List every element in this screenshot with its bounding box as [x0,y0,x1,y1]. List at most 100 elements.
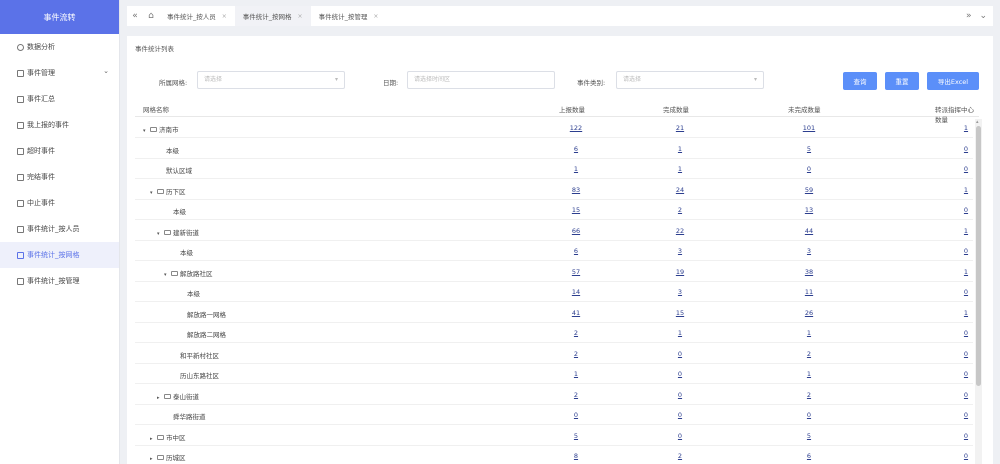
uncompleted-count-link[interactable]: 5 [799,145,819,153]
uncompleted-count-link[interactable]: 1 [799,370,819,378]
tab-0[interactable]: 事件统计_按人员 × [159,6,235,26]
reported-count-link[interactable]: 1 [566,370,586,378]
reported-count-link[interactable]: 66 [566,227,586,235]
sidebar-item-9[interactable]: 事件统计_按管理 [0,268,119,294]
transferred-count-link[interactable]: 1 [956,309,976,317]
transferred-count-link[interactable]: 0 [956,145,976,153]
sidebar-item-7[interactable]: 事件统计_按人员 [0,216,119,242]
uncompleted-count-link[interactable]: 3 [799,247,819,255]
scroll-up-arrow-icon[interactable]: ▴ [976,119,979,125]
sidebar-item-3[interactable]: 我上报的事件 [0,112,119,138]
completed-count-link[interactable]: 0 [670,432,690,440]
date-range-input[interactable]: 请选择时间区 [407,71,555,89]
uncompleted-count-link[interactable]: 101 [799,124,819,132]
tree-toggle-icon[interactable]: ▾ [143,128,149,134]
sidebar-item-0[interactable]: 数据分析 [0,34,119,60]
transferred-count-link[interactable]: 0 [956,329,976,337]
completed-count-link[interactable]: 1 [670,165,690,173]
transferred-count-link[interactable]: 1 [956,124,976,132]
reported-count-link[interactable]: 6 [566,145,586,153]
transferred-count-link[interactable]: 0 [956,411,976,419]
scrollbar-thumb[interactable] [976,126,981,386]
completed-count-link[interactable]: 19 [670,268,690,276]
transferred-count-link[interactable]: 0 [956,288,976,296]
completed-count-link[interactable]: 0 [670,391,690,399]
uncompleted-count-link[interactable]: 11 [799,288,819,296]
reported-count-link[interactable]: 83 [566,186,586,194]
uncompleted-count-link[interactable]: 0 [799,165,819,173]
completed-count-link[interactable]: 0 [670,370,690,378]
completed-count-link[interactable]: 2 [670,452,690,460]
uncompleted-count-link[interactable]: 13 [799,206,819,214]
sidebar-item-8[interactable]: 事件统计_按网格 [0,242,119,268]
tree-toggle-icon[interactable]: ▾ [164,272,170,278]
completed-count-link[interactable]: 2 [670,206,690,214]
grid-select[interactable]: 请选择 ▾ [197,71,345,89]
completed-count-link[interactable]: 24 [670,186,690,194]
tab-1[interactable]: 事件统计_按网格 × [234,6,311,26]
uncompleted-count-link[interactable]: 0 [799,411,819,419]
sidebar-item-5[interactable]: 完结事件 [0,164,119,190]
type-select[interactable]: 请选择 ▾ [616,71,764,89]
completed-count-link[interactable]: 3 [670,247,690,255]
transferred-count-link[interactable]: 0 [956,370,976,378]
uncompleted-count-link[interactable]: 1 [799,329,819,337]
uncompleted-count-link[interactable]: 26 [799,309,819,317]
transferred-count-link[interactable]: 0 [956,391,976,399]
reported-count-link[interactable]: 1 [566,165,586,173]
transferred-count-link[interactable]: 0 [956,206,976,214]
sidebar-item-6[interactable]: 中止事件 [0,190,119,216]
tab-menu-chevron-icon[interactable]: ⌄ [979,11,987,21]
uncompleted-count-link[interactable]: 2 [799,391,819,399]
reported-count-link[interactable]: 14 [566,288,586,296]
reported-count-link[interactable]: 6 [566,247,586,255]
completed-count-link[interactable]: 3 [670,288,690,296]
close-icon[interactable]: × [373,13,378,20]
scroll-tabs-left-icon[interactable]: « [127,11,143,21]
close-icon[interactable]: × [298,13,303,20]
completed-count-link[interactable]: 0 [670,350,690,358]
reported-count-link[interactable]: 2 [566,350,586,358]
tab-2[interactable]: 事件统计_按管理 × [311,6,387,26]
uncompleted-count-link[interactable]: 38 [799,268,819,276]
uncompleted-count-link[interactable]: 59 [799,186,819,194]
home-icon[interactable]: ⌂ [143,11,159,21]
uncompleted-count-link[interactable]: 44 [799,227,819,235]
reported-count-link[interactable]: 15 [566,206,586,214]
completed-count-link[interactable]: 21 [670,124,690,132]
reported-count-link[interactable]: 41 [566,309,586,317]
sidebar-item-4[interactable]: 超时事件 [0,138,119,164]
transferred-count-link[interactable]: 0 [956,432,976,440]
tree-toggle-icon[interactable]: ▾ [157,231,163,237]
transferred-count-link[interactable]: 1 [956,268,976,276]
reported-count-link[interactable]: 57 [566,268,586,276]
scroll-tabs-right-icon[interactable]: » [966,11,972,21]
completed-count-link[interactable]: 1 [670,329,690,337]
transferred-count-link[interactable]: 1 [956,227,976,235]
reset-button[interactable]: 重置 [885,72,919,90]
transferred-count-link[interactable]: 0 [956,452,976,460]
transferred-count-link[interactable]: 0 [956,350,976,358]
chevron-down-icon[interactable]: ⌄ [103,67,109,75]
reported-count-link[interactable]: 8 [566,452,586,460]
transferred-count-link[interactable]: 1 [956,186,976,194]
reported-count-link[interactable]: 2 [566,329,586,337]
completed-count-link[interactable]: 15 [670,309,690,317]
sidebar-item-1[interactable]: 事件管理 ⌄ [0,60,119,86]
reported-count-link[interactable]: 0 [566,411,586,419]
sidebar-item-2[interactable]: 事件汇总 [0,86,119,112]
tree-toggle-icon[interactable]: ▸ [150,436,156,442]
transferred-count-link[interactable]: 0 [956,165,976,173]
query-button[interactable]: 查询 [843,72,877,90]
close-icon[interactable]: × [222,13,227,20]
reported-count-link[interactable]: 2 [566,391,586,399]
tree-toggle-icon[interactable]: ▸ [157,395,163,401]
export-excel-button[interactable]: 导出Excel [927,72,979,90]
completed-count-link[interactable]: 0 [670,411,690,419]
uncompleted-count-link[interactable]: 2 [799,350,819,358]
completed-count-link[interactable]: 1 [670,145,690,153]
reported-count-link[interactable]: 5 [566,432,586,440]
transferred-count-link[interactable]: 0 [956,247,976,255]
uncompleted-count-link[interactable]: 5 [799,432,819,440]
tree-toggle-icon[interactable]: ▾ [150,190,156,196]
